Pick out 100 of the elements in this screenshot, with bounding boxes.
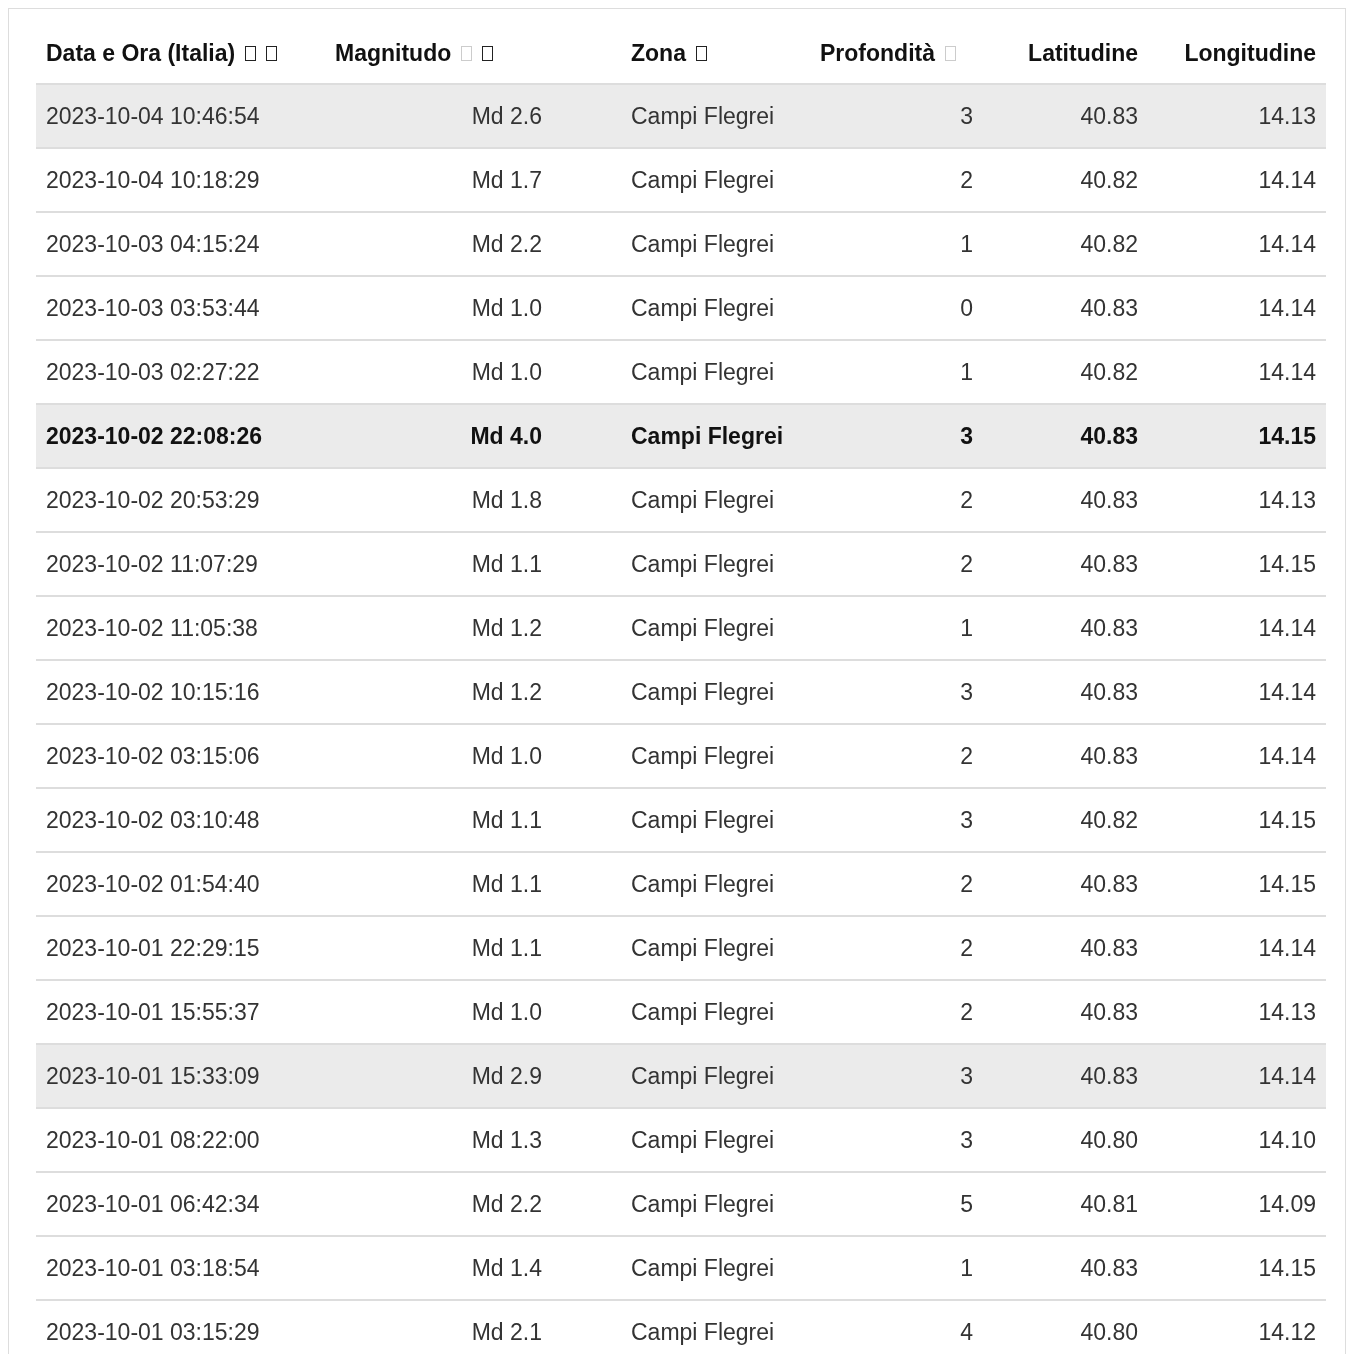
table-cell: Campi Flegrei (631, 422, 784, 450)
table-cell: 14.14 (1258, 934, 1316, 962)
table-cell: Campi Flegrei (631, 294, 775, 322)
table-cell: 1 (960, 230, 973, 258)
table-cell: 14.15 (1258, 1254, 1316, 1282)
table-cell: Md 1.1 (471, 870, 542, 898)
sort-icon[interactable] (695, 45, 707, 61)
table-cell: Campi Flegrei (631, 230, 775, 258)
table-cell: 14.15 (1258, 422, 1316, 450)
sort-icon[interactable] (245, 45, 257, 61)
table-cell: 40.83 (1080, 422, 1138, 450)
table-cell: 40.83 (1080, 1254, 1138, 1282)
table-cell: 3 (960, 102, 973, 130)
table-cell: 2023-10-02 10:15:16 (46, 678, 260, 706)
table-cell: Campi Flegrei (631, 1254, 775, 1282)
table-cell: 40.83 (1080, 870, 1138, 898)
sort-icon[interactable] (482, 45, 494, 61)
sort-icon[interactable] (266, 45, 278, 61)
table-cell: 2 (960, 998, 973, 1026)
table-cell: 2023-10-01 06:42:34 (46, 1190, 260, 1218)
table-cell: 14.14 (1258, 294, 1316, 322)
table-cell: Md 2.2 (471, 1190, 542, 1218)
table-cell: 40.81 (1080, 1190, 1138, 1218)
table-cell: Md 1.2 (471, 614, 542, 642)
table-cell: 2023-10-02 22:08:26 (46, 422, 263, 450)
table-cell: 2 (960, 934, 973, 962)
table-cell: Md 1.7 (471, 166, 542, 194)
table-cell: 3 (960, 1126, 973, 1154)
table-cell: Md 2.1 (471, 1318, 542, 1346)
table-cell: 40.83 (1080, 934, 1138, 962)
table-cell: 2023-10-03 04:15:24 (46, 230, 260, 258)
table-cell: 14.15 (1258, 870, 1316, 898)
table-cell: Campi Flegrei (631, 742, 775, 770)
table-cell: Campi Flegrei (631, 614, 775, 642)
table-cell: Md 1.1 (471, 550, 542, 578)
table-cell: 1 (960, 614, 973, 642)
table-cell: 14.14 (1258, 742, 1316, 770)
table-cell: Campi Flegrei (631, 166, 775, 194)
table-cell: Md 1.3 (471, 1126, 542, 1154)
table-cell: 3 (960, 806, 973, 834)
table-cell: Campi Flegrei (631, 1062, 775, 1090)
table-cell: 2023-10-01 15:33:09 (46, 1062, 260, 1090)
table-cell: 40.82 (1080, 806, 1138, 834)
column-header[interactable]: Data e Ora (Italia) (46, 39, 236, 67)
table-cell: 1 (960, 1254, 973, 1282)
table-cell: 40.82 (1080, 230, 1138, 258)
table-cell: Md 1.0 (471, 358, 542, 386)
table-cell: Campi Flegrei (631, 1126, 775, 1154)
table-cell: Campi Flegrei (631, 358, 775, 386)
table-cell: 2023-10-02 11:05:38 (46, 614, 258, 642)
table-cell: Md 2.6 (471, 102, 542, 130)
table-cell: 2 (960, 550, 973, 578)
table-cell: Campi Flegrei (631, 934, 775, 962)
table-cell: 14.14 (1258, 358, 1316, 386)
table-cell: Md 1.1 (471, 806, 542, 834)
column-header[interactable]: Profondità (820, 39, 935, 67)
table-cell: 40.80 (1080, 1126, 1138, 1154)
table-cell: Campi Flegrei (631, 102, 775, 130)
table-cell: 2 (960, 742, 973, 770)
table-cell: Md 1.0 (471, 742, 542, 770)
table-cell: 2023-10-02 03:15:06 (46, 742, 260, 770)
table-cell: 1 (960, 358, 973, 386)
table-cell: 0 (960, 294, 973, 322)
table-cell: 14.15 (1258, 806, 1316, 834)
column-header[interactable]: Zona (631, 39, 686, 67)
table-cell: 2023-10-02 20:53:29 (46, 486, 260, 514)
table-cell: 14.09 (1258, 1190, 1316, 1218)
table-cell: 14.13 (1258, 486, 1316, 514)
table-cell: Md 1.8 (471, 486, 542, 514)
table-cell: 2023-10-03 03:53:44 (46, 294, 260, 322)
table-cell: Md 1.0 (471, 294, 542, 322)
table-cell: 14.14 (1258, 166, 1316, 194)
table-cell: Campi Flegrei (631, 806, 775, 834)
table-cell: 2023-10-01 08:22:00 (46, 1126, 260, 1154)
table-cell: Md 1.1 (471, 934, 542, 962)
table-cell: 2023-10-03 02:27:22 (46, 358, 260, 386)
table-cell: 14.14 (1258, 614, 1316, 642)
column-header[interactable]: Magnitudo (335, 39, 452, 67)
table-cell: 2 (960, 166, 973, 194)
column-header[interactable]: Longitudine (1184, 39, 1316, 67)
table-cell: Md 1.0 (471, 998, 542, 1026)
table-cell: 14.15 (1258, 550, 1316, 578)
table-cell: 2 (960, 486, 973, 514)
table-cell: 40.83 (1080, 1062, 1138, 1090)
table-cell: 2023-10-01 15:55:37 (46, 998, 260, 1026)
table-cell: 3 (960, 1062, 973, 1090)
table-cell: 2023-10-01 03:18:54 (46, 1254, 260, 1282)
table-cell: Campi Flegrei (631, 1190, 775, 1218)
table-cell: 14.14 (1258, 678, 1316, 706)
table-cell: 40.82 (1080, 358, 1138, 386)
table-cell: 3 (960, 422, 973, 450)
table-cell: 40.83 (1080, 998, 1138, 1026)
table-cell: 2023-10-02 01:54:40 (46, 870, 260, 898)
table-cell: Md 1.2 (471, 678, 542, 706)
table-cell: Campi Flegrei (631, 998, 775, 1026)
table-cell: 40.83 (1080, 678, 1138, 706)
table-cell: 2023-10-04 10:18:29 (46, 166, 260, 194)
table-cell: 40.82 (1080, 166, 1138, 194)
table-cell: 40.83 (1080, 614, 1138, 642)
column-header[interactable]: Latitudine (1028, 39, 1138, 67)
